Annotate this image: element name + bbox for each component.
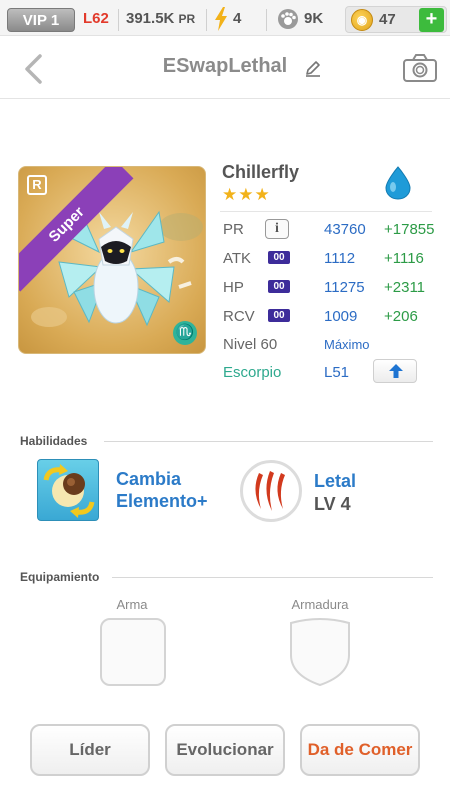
level-max-status: Máximo bbox=[324, 337, 370, 352]
feed-button[interactable]: Da de Comer bbox=[300, 724, 420, 776]
stat-bonus-pr: +17855 bbox=[384, 221, 435, 238]
divider bbox=[104, 441, 433, 442]
armor-label: Armadura bbox=[291, 597, 349, 612]
weapon-slot[interactable] bbox=[100, 618, 166, 686]
water-element-icon bbox=[385, 166, 411, 200]
nav-bar: ESwapLethal bbox=[0, 37, 450, 99]
monster-name: Chillerfly bbox=[222, 162, 300, 182]
zodiac-name: Escorpio bbox=[223, 364, 282, 381]
add-coins-button[interactable]: + bbox=[419, 8, 444, 32]
player-level: L62 bbox=[83, 10, 109, 27]
player-pr-value: 391.5K bbox=[126, 10, 175, 27]
skill-name-lethal[interactable]: Letal bbox=[314, 470, 356, 492]
lightning-icon bbox=[215, 7, 227, 31]
armor-slot[interactable] bbox=[287, 615, 353, 687]
stat-bonus-rcv: +206 bbox=[384, 308, 418, 325]
divider bbox=[266, 9, 267, 31]
paw-count: 9K bbox=[304, 10, 324, 27]
stat-value-rcv: 1009 bbox=[324, 308, 358, 325]
stat-value-atk: 1112 bbox=[324, 250, 356, 267]
up-arrow-icon bbox=[389, 364, 403, 378]
vip-badge[interactable]: VIP 1 bbox=[7, 8, 75, 32]
stat-badge: 00 bbox=[268, 251, 290, 264]
player-pr: 391.5K PR bbox=[126, 10, 195, 27]
zodiac-upgrade-button[interactable] bbox=[373, 359, 417, 383]
stat-label-rcv: RCV bbox=[223, 308, 255, 325]
monster-level: Nivel 60 bbox=[223, 336, 278, 353]
star-rating: ★★★ bbox=[222, 185, 271, 204]
rarity-icon: R bbox=[27, 175, 47, 195]
stat-label-hp: HP bbox=[223, 279, 244, 296]
edit-pencil-icon[interactable] bbox=[304, 59, 322, 77]
skill-name-element-swap[interactable]: Cambia Elemento+ bbox=[116, 468, 208, 512]
leader-button[interactable]: Líder bbox=[30, 724, 150, 776]
monster-portrait[interactable]: Super R ♏ bbox=[18, 166, 206, 354]
stat-value-hp: 11275 bbox=[324, 279, 365, 296]
element-swap-icon[interactable] bbox=[37, 459, 99, 521]
zodiac-level: L51 bbox=[324, 364, 350, 381]
coin-count: 47 bbox=[379, 11, 396, 28]
stat-label-atk: ATK bbox=[223, 250, 252, 267]
stat-bonus-hp: +2311 bbox=[384, 279, 426, 296]
skills-section-title: Habilidades bbox=[20, 434, 88, 448]
weapon-label: Arma bbox=[116, 597, 148, 612]
divider bbox=[112, 577, 433, 578]
page-title: ESwapLethal bbox=[162, 55, 288, 77]
stat-badge: 00 bbox=[268, 309, 290, 322]
camera-icon[interactable] bbox=[402, 53, 438, 83]
claw-marks-icon[interactable] bbox=[240, 460, 302, 522]
scorpio-icon: ♏ bbox=[173, 321, 197, 345]
skill-name-line: Elemento+ bbox=[116, 491, 208, 511]
info-icon[interactable]: i bbox=[265, 219, 289, 239]
coin-icon: ◉ bbox=[351, 9, 373, 31]
status-bar: VIP 1 L62 391.5K PR 4 9K ◉ 47 + bbox=[0, 0, 450, 36]
paw-icon bbox=[278, 9, 298, 29]
evolve-button[interactable]: Evolucionar bbox=[165, 724, 285, 776]
equipment-section-title: Equipamiento bbox=[20, 570, 100, 584]
stat-badge: 00 bbox=[268, 280, 290, 293]
skill-level: LV 4 bbox=[314, 494, 351, 514]
player-pr-unit: PR bbox=[178, 12, 196, 26]
stat-label-pr: PR bbox=[223, 221, 244, 238]
divider bbox=[206, 9, 207, 31]
divider bbox=[220, 211, 432, 212]
stat-bonus-atk: +1116 bbox=[384, 250, 424, 267]
skill-name-line: Cambia bbox=[116, 469, 182, 489]
divider bbox=[118, 9, 119, 31]
stat-value-pr: 43760 bbox=[324, 221, 366, 238]
coin-counter: ◉ 47 + bbox=[345, 6, 447, 33]
energy-count: 4 bbox=[233, 10, 242, 27]
